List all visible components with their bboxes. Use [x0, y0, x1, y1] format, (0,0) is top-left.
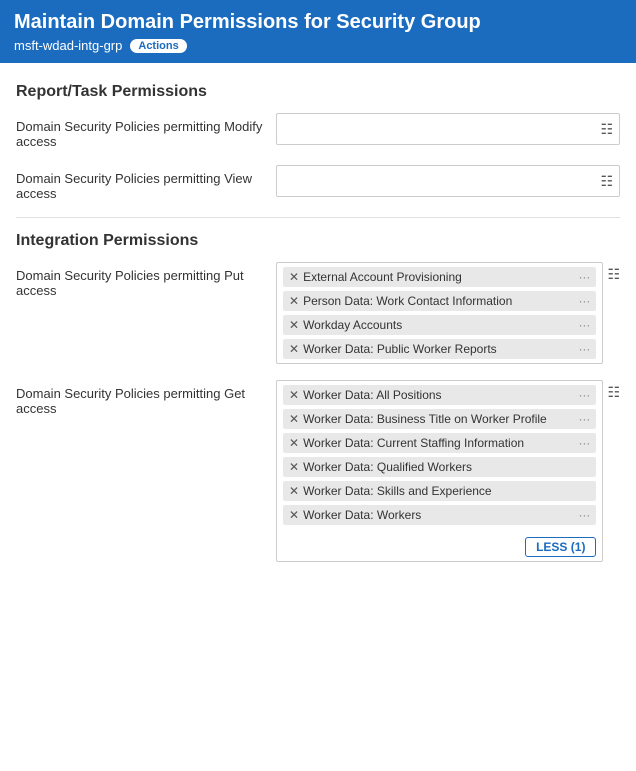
input-modify-access[interactable]: ☷	[276, 113, 620, 145]
label-modify-access: Domain Security Policies permitting Modi…	[16, 113, 276, 149]
tag-label-skills-experience: Worker Data: Skills and Experience	[303, 484, 590, 498]
tag-x-person-data[interactable]: ✕	[289, 294, 299, 308]
tag-dots-external-account[interactable]: ···	[578, 270, 590, 284]
field-row-get-access: Domain Security Policies permitting Get …	[16, 380, 620, 568]
label-view-access: Domain Security Policies permitting View…	[16, 165, 276, 201]
tag-label-all-positions: Worker Data: All Positions	[303, 388, 574, 402]
tag-x-staffing-info[interactable]: ✕	[289, 436, 299, 450]
field-row-modify-access: Domain Security Policies permitting Modi…	[16, 113, 620, 155]
input-view-access[interactable]: ☷	[276, 165, 620, 197]
section-title-integration: Integration Permissions	[16, 232, 620, 250]
tag-x-skills-experience[interactable]: ✕	[289, 484, 299, 498]
main-content: Report/Task Permissions Domain Security …	[0, 63, 636, 592]
tag-person-data: ✕ Person Data: Work Contact Information …	[283, 291, 596, 311]
actions-button[interactable]: Actions	[130, 39, 186, 53]
put-access-wrapper: ✕ External Account Provisioning ··· ✕ Pe…	[276, 262, 620, 364]
tag-worker-public-reports: ✕ Worker Data: Public Worker Reports ···	[283, 339, 596, 359]
tag-dots-business-title[interactable]: ···	[578, 412, 590, 426]
tag-x-all-positions[interactable]: ✕	[289, 388, 299, 402]
header-subtitle: msft-wdad-intg-grp Actions	[14, 38, 622, 53]
section-title-report-task: Report/Task Permissions	[16, 83, 620, 101]
tag-staffing-info: ✕ Worker Data: Current Staffing Informat…	[283, 433, 596, 453]
tag-x-business-title[interactable]: ✕	[289, 412, 299, 426]
tag-x-worker-public-reports[interactable]: ✕	[289, 342, 299, 356]
page-header: Maintain Domain Permissions for Security…	[0, 0, 636, 63]
tag-label-worker-public-reports: Worker Data: Public Worker Reports	[303, 342, 574, 356]
get-access-wrapper: ✕ Worker Data: All Positions ··· ✕ Worke…	[276, 380, 620, 562]
tag-label-qualified-workers: Worker Data: Qualified Workers	[303, 460, 590, 474]
tag-dots-all-positions[interactable]: ···	[578, 388, 590, 402]
security-group-name: msft-wdad-intg-grp	[14, 38, 122, 53]
list-icon-view[interactable]: ☷	[600, 173, 613, 190]
field-row-view-access: Domain Security Policies permitting View…	[16, 165, 620, 207]
list-icon-modify[interactable]: ☷	[600, 121, 613, 138]
label-put-access: Domain Security Policies permitting Put …	[16, 262, 276, 298]
input-get-access[interactable]: ✕ Worker Data: All Positions ··· ✕ Worke…	[276, 380, 603, 562]
tag-x-external-account[interactable]: ✕	[289, 270, 299, 284]
less-button[interactable]: LESS (1)	[525, 537, 596, 557]
tag-label-workday-accounts: Workday Accounts	[303, 318, 574, 332]
label-get-access: Domain Security Policies permitting Get …	[16, 380, 276, 416]
tag-workday-accounts: ✕ Workday Accounts ···	[283, 315, 596, 335]
tag-label-staffing-info: Worker Data: Current Staffing Informatio…	[303, 436, 574, 450]
tag-qualified-workers: ✕ Worker Data: Qualified Workers	[283, 457, 596, 477]
tag-label-external-account: External Account Provisioning	[303, 270, 574, 284]
tag-label-business-title: Worker Data: Business Title on Worker Pr…	[303, 412, 574, 426]
tag-x-qualified-workers[interactable]: ✕	[289, 460, 299, 474]
tag-dots-workday-accounts[interactable]: ···	[578, 318, 590, 332]
tag-business-title: ✕ Worker Data: Business Title on Worker …	[283, 409, 596, 429]
tag-skills-experience: ✕ Worker Data: Skills and Experience	[283, 481, 596, 501]
list-icon-get[interactable]: ☷	[607, 384, 620, 401]
tag-dots-staffing-info[interactable]: ···	[578, 436, 590, 450]
tag-dots-person-data[interactable]: ···	[578, 294, 590, 308]
tag-external-account: ✕ External Account Provisioning ···	[283, 267, 596, 287]
tag-all-positions: ✕ Worker Data: All Positions ···	[283, 385, 596, 405]
tag-x-workers[interactable]: ✕	[289, 508, 299, 522]
tag-x-workday-accounts[interactable]: ✕	[289, 318, 299, 332]
tag-dots-worker-public-reports[interactable]: ···	[578, 342, 590, 356]
page-title: Maintain Domain Permissions for Security…	[14, 10, 622, 34]
input-put-access[interactable]: ✕ External Account Provisioning ··· ✕ Pe…	[276, 262, 603, 364]
tag-label-person-data: Person Data: Work Contact Information	[303, 294, 574, 308]
list-icon-put[interactable]: ☷	[607, 266, 620, 283]
field-row-put-access: Domain Security Policies permitting Put …	[16, 262, 620, 370]
divider-1	[16, 217, 620, 218]
tag-dots-workers[interactable]: ···	[578, 508, 590, 522]
tag-workers: ✕ Worker Data: Workers ···	[283, 505, 596, 525]
tag-label-workers: Worker Data: Workers	[303, 508, 574, 522]
